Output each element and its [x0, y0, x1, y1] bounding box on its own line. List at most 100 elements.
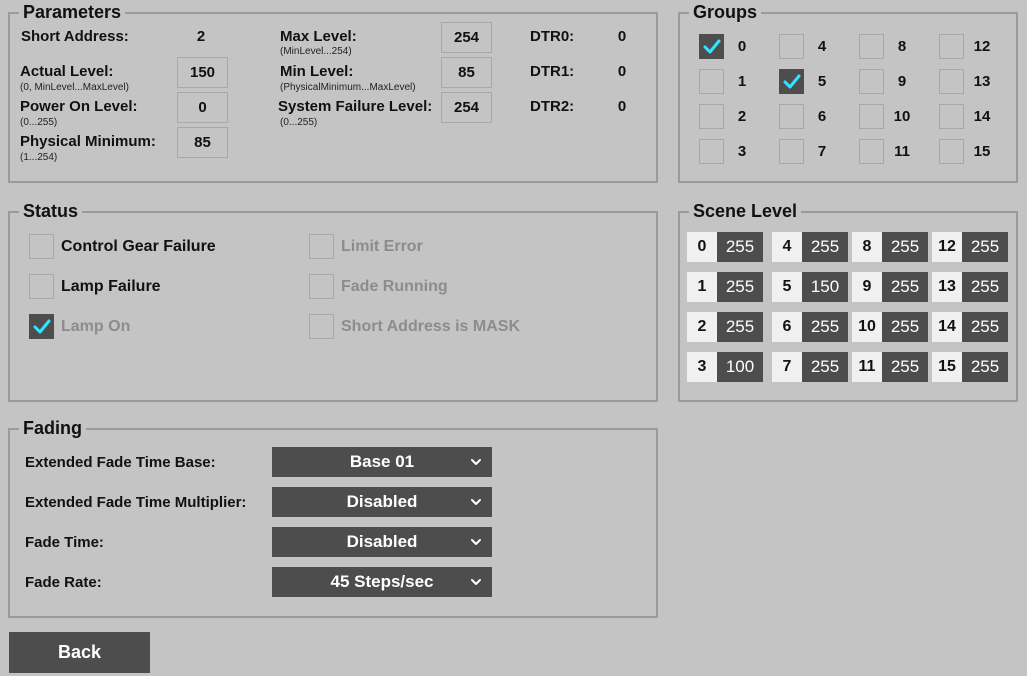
- group-3-checkbox[interactable]: [699, 139, 724, 164]
- scene-6-label: 6: [772, 312, 802, 342]
- parameters-title: Parameters: [19, 2, 126, 22]
- power-on-level-input[interactable]: 0: [177, 92, 228, 123]
- group-3-label: 3: [737, 143, 747, 160]
- chevron-down-icon: [471, 579, 481, 585]
- status-limit-error-checkbox: [309, 234, 334, 259]
- group-11-checkbox[interactable]: [859, 139, 884, 164]
- group-15-checkbox[interactable]: [939, 139, 964, 164]
- min-level-hint: (PhysicalMinimum...MaxLevel): [280, 82, 416, 93]
- dtr1-label: DTR1:: [530, 63, 575, 80]
- group-14-label: 14: [973, 108, 991, 125]
- actual-level-hint: (0, MinLevel...MaxLevel): [20, 82, 129, 93]
- group-4-checkbox[interactable]: [779, 34, 804, 59]
- status-lamp-on-checkbox: [29, 314, 54, 339]
- scene-13-level-input[interactable]: 255: [962, 272, 1008, 302]
- group-2-label: 2: [737, 108, 747, 125]
- status-control-gear-failure-label: Control Gear Failure: [61, 238, 216, 255]
- group-0-checkbox[interactable]: [699, 34, 724, 59]
- group-2-checkbox[interactable]: [699, 104, 724, 129]
- status-fade-running-checkbox: [309, 274, 334, 299]
- group-13-label: 13: [973, 73, 991, 90]
- min-level-label: Min Level:: [280, 63, 354, 80]
- physical-minimum-input[interactable]: 85: [177, 127, 228, 158]
- fade-rate-label: Fade Rate:: [25, 574, 102, 591]
- fade-rate-dropdown[interactable]: 45 Steps/sec: [272, 567, 492, 597]
- group-8-label: 8: [897, 38, 907, 55]
- max-level-label: Max Level:: [280, 28, 357, 45]
- scene-11-label: 11: [852, 352, 882, 382]
- status-short-address-is-mask-checkbox: [309, 314, 334, 339]
- group-13-checkbox[interactable]: [939, 69, 964, 94]
- status-title: Status: [19, 201, 83, 221]
- scene-15-level-input[interactable]: 255: [962, 352, 1008, 382]
- power-on-level-label: Power On Level:: [20, 98, 138, 115]
- scene-4-label: 4: [772, 232, 802, 262]
- short-address-value: 2: [196, 28, 206, 45]
- groups-title: Groups: [689, 2, 762, 22]
- group-5-label: 5: [817, 73, 827, 90]
- actual-level-input[interactable]: 150: [177, 57, 228, 88]
- scene-12-level-input[interactable]: 255: [962, 232, 1008, 262]
- scene-1-level-input[interactable]: 255: [717, 272, 763, 302]
- scene-14-label: 14: [932, 312, 962, 342]
- scene-3-label: 3: [687, 352, 717, 382]
- dtr2-label: DTR2:: [530, 98, 575, 115]
- scene-10-level-input[interactable]: 255: [882, 312, 928, 342]
- chevron-down-icon: [471, 539, 481, 545]
- group-12-checkbox[interactable]: [939, 34, 964, 59]
- fade-time-label: Fade Time:: [25, 534, 104, 551]
- chevron-down-icon: [471, 459, 481, 465]
- extended-fade-time-multiplier-value: Disabled: [346, 492, 418, 511]
- dali-device-settings: Parameters Short Address: 2 Actual Level…: [0, 0, 1027, 676]
- group-7-checkbox[interactable]: [779, 139, 804, 164]
- dtr0-value: 0: [617, 28, 627, 45]
- extended-fade-time-base-value: Base 01: [349, 452, 415, 471]
- dtr0-label: DTR0:: [530, 28, 575, 45]
- scene-14-level-input[interactable]: 255: [962, 312, 1008, 342]
- group-7-label: 7: [817, 143, 827, 160]
- scene-9-label: 9: [852, 272, 882, 302]
- scene-5-level-input[interactable]: 150: [802, 272, 848, 302]
- scene-5-label: 5: [772, 272, 802, 302]
- status-lamp-on-label: Lamp On: [61, 318, 131, 335]
- fade-time-dropdown[interactable]: Disabled: [272, 527, 492, 557]
- scene-7-level-input[interactable]: 255: [802, 352, 848, 382]
- max-level-input[interactable]: 254: [441, 22, 492, 53]
- group-5-checkbox[interactable]: [779, 69, 804, 94]
- group-12-label: 12: [973, 38, 991, 55]
- physical-minimum-hint: (1...254): [20, 152, 58, 163]
- status-lamp-failure-checkbox[interactable]: [29, 274, 54, 299]
- physical-minimum-label: Physical Minimum:: [20, 133, 156, 150]
- fade-rate-value: 45 Steps/sec: [330, 572, 434, 591]
- extended-fade-time-multiplier-dropdown[interactable]: Disabled: [272, 487, 492, 517]
- scene-2-level-input[interactable]: 255: [717, 312, 763, 342]
- group-10-label: 10: [893, 108, 911, 125]
- scene-8-level-input[interactable]: 255: [882, 232, 928, 262]
- checkmark-icon: [703, 39, 721, 54]
- system-failure-level-hint: (0...255): [280, 117, 318, 128]
- scene-9-level-input[interactable]: 255: [882, 272, 928, 302]
- scene-4-level-input[interactable]: 255: [802, 232, 848, 262]
- extended-fade-time-multiplier-label: Extended Fade Time Multiplier:: [25, 494, 247, 511]
- group-9-checkbox[interactable]: [859, 69, 884, 94]
- group-1-checkbox[interactable]: [699, 69, 724, 94]
- group-6-checkbox[interactable]: [779, 104, 804, 129]
- scene-15-label: 15: [932, 352, 962, 382]
- dtr2-value: 0: [617, 98, 627, 115]
- scene-13-label: 13: [932, 272, 962, 302]
- group-10-checkbox[interactable]: [859, 104, 884, 129]
- group-11-label: 11: [894, 143, 910, 160]
- group-8-checkbox[interactable]: [859, 34, 884, 59]
- extended-fade-time-base-dropdown[interactable]: Base 01: [272, 447, 492, 477]
- status-control-gear-failure-checkbox[interactable]: [29, 234, 54, 259]
- back-button[interactable]: Back: [9, 632, 150, 673]
- scene-11-level-input[interactable]: 255: [882, 352, 928, 382]
- system-failure-level-input[interactable]: 254: [441, 92, 492, 123]
- scene-2-label: 2: [687, 312, 717, 342]
- scene-6-level-input[interactable]: 255: [802, 312, 848, 342]
- scene-3-level-input[interactable]: 100: [717, 352, 763, 382]
- power-on-level-hint: (0...255): [20, 117, 58, 128]
- scene-0-level-input[interactable]: 255: [717, 232, 763, 262]
- group-14-checkbox[interactable]: [939, 104, 964, 129]
- min-level-input[interactable]: 85: [441, 57, 492, 88]
